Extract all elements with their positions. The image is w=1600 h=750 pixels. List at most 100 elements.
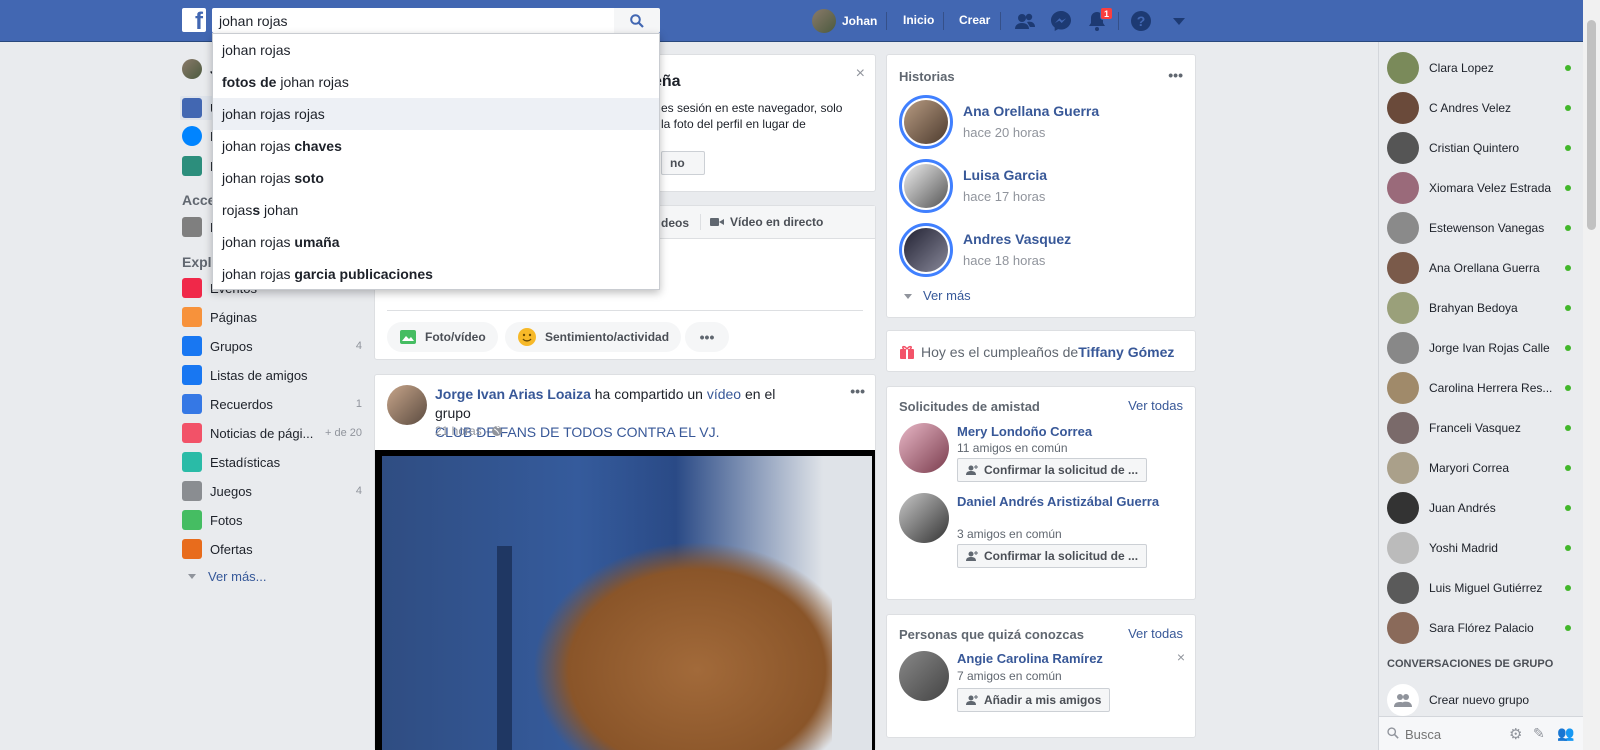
chat-contact[interactable]: Carolina Herrera Res...: [1387, 370, 1577, 406]
chat-contact[interactable]: Clara Lopez: [1387, 50, 1577, 86]
story-avatar[interactable]: [899, 223, 953, 277]
friend-requests-see-all[interactable]: Ver todas: [1128, 398, 1183, 413]
search-suggestion[interactable]: johan rojas umaña: [213, 226, 659, 258]
feeling-activity-button[interactable]: Sentimiento/actividad: [505, 322, 682, 352]
avatar[interactable]: [899, 423, 949, 473]
scroll-thumb[interactable]: [1587, 20, 1596, 230]
post-timestamp[interactable]: 21 horas ·: [435, 424, 489, 438]
chat-contact-name: Sara Flórez Palacio: [1429, 621, 1534, 635]
avatar: [1387, 332, 1419, 364]
story-avatar[interactable]: [899, 159, 953, 213]
nav-item[interactable]: Juegos 4: [182, 479, 362, 503]
confirm-request-button[interactable]: Confirmar la solicitud de ...: [957, 458, 1148, 482]
search-suggestion[interactable]: johan rojas soto: [213, 162, 659, 194]
chat-search-input[interactable]: [1405, 724, 1505, 744]
avatar[interactable]: [182, 59, 202, 79]
tab-live-video[interactable]: Vídeo en directo: [730, 215, 823, 229]
search-suggestion[interactable]: fotos de johan rojas: [213, 66, 659, 98]
create-link[interactable]: Crear: [959, 13, 990, 27]
pymk-name[interactable]: Angie Carolina Ramírez: [957, 651, 1103, 666]
home-link[interactable]: Inicio: [903, 13, 934, 27]
messenger-icon[interactable]: [1050, 10, 1072, 32]
more-options-icon[interactable]: •••: [685, 322, 729, 352]
search-suggestion[interactable]: johan rojas garcia publicaciones: [213, 258, 659, 290]
nav-item-label: Estadísticas: [210, 454, 281, 470]
page-scrollbar[interactable]: [1583, 0, 1600, 750]
avatar[interactable]: [387, 385, 427, 425]
search-suggestion[interactable]: johan rojas chaves: [213, 130, 659, 162]
post-action: ha compartido un: [590, 386, 707, 402]
post-options-icon[interactable]: •••: [850, 383, 865, 399]
account-menu-icon[interactable]: [1168, 10, 1190, 32]
nav-item[interactable]: Estadísticas: [182, 450, 362, 474]
nav-item[interactable]: Ofertas: [182, 537, 362, 561]
tab-videos[interactable]: deos: [661, 216, 689, 230]
chat-contact[interactable]: Cristian Quintero: [1387, 130, 1577, 166]
story-name[interactable]: Andres Vasquez: [963, 231, 1071, 247]
video-frame: [382, 456, 872, 750]
compose-icon[interactable]: ✎: [1533, 725, 1545, 742]
search-suggestion[interactable]: rojass johan: [213, 194, 659, 226]
photo-video-button[interactable]: Foto/vídeo: [387, 322, 498, 352]
request-name[interactable]: Mery Londoño Correa: [957, 423, 1177, 440]
chat-contact[interactable]: Brahyan Bedoya: [1387, 290, 1577, 326]
nav-item[interactable]: Listas de amigos: [182, 363, 362, 387]
story-avatar[interactable]: [899, 95, 953, 149]
pymk-see-all[interactable]: Ver todas: [1128, 626, 1183, 641]
birthday-card: Hoy es el cumpleaños de Tiffany Gómez: [886, 330, 1196, 372]
stories-options-icon[interactable]: •••: [1168, 67, 1183, 83]
story-name[interactable]: Ana Orellana Guerra: [963, 103, 1099, 119]
group-chat-icon[interactable]: 👥: [1557, 725, 1574, 742]
avatar[interactable]: [899, 651, 949, 701]
avatar[interactable]: [899, 493, 949, 543]
close-icon[interactable]: ×: [856, 65, 865, 83]
search-suggestion[interactable]: johan rojas: [213, 34, 659, 66]
chat-contact-name: Luis Miguel Gutiérrez: [1429, 581, 1543, 595]
chat-contact[interactable]: Ana Orellana Guerra: [1387, 250, 1577, 286]
chat-contact[interactable]: Maryori Correa: [1387, 450, 1577, 486]
search-button[interactable]: [614, 8, 660, 33]
profile-link[interactable]: Johan: [812, 9, 877, 33]
chat-contact[interactable]: Sara Flórez Palacio: [1387, 610, 1577, 646]
nav-item[interactable]: Noticias de pági... + de 20: [182, 421, 362, 445]
facebook-logo[interactable]: f: [182, 8, 206, 32]
birthday-name-link[interactable]: Tiffany Gómez: [1078, 344, 1174, 360]
card-button[interactable]: no: [661, 151, 705, 175]
chat-contact[interactable]: Xiomara Velez Estrada: [1387, 170, 1577, 206]
chat-contact[interactable]: Yoshi Madrid: [1387, 530, 1577, 566]
gear-icon[interactable]: ⚙: [1509, 725, 1522, 743]
nav-item[interactable]: Grupos 4: [182, 334, 362, 358]
chat-contact[interactable]: Franceli Vasquez: [1387, 410, 1577, 446]
nav-item[interactable]: Páginas: [182, 305, 362, 329]
post-author[interactable]: Jorge Ivan Arias Loaiza: [435, 386, 591, 402]
online-indicator: [1565, 185, 1571, 191]
chat-contact[interactable]: C Andres Velez: [1387, 90, 1577, 126]
group-conversations-heading: CONVERSACIONES DE GRUPO: [1387, 658, 1554, 670]
request-name[interactable]: Daniel Andrés Aristizábal Guerra: [957, 493, 1177, 510]
divider: [1118, 12, 1119, 30]
story-name[interactable]: Luisa Garcia: [963, 167, 1047, 183]
confirm-request-button[interactable]: Confirmar la solicitud de ...: [957, 544, 1148, 568]
nav-item[interactable]: Fotos: [182, 508, 362, 532]
avatar: [1387, 212, 1419, 244]
search-suggestion[interactable]: johan rojas rojas: [213, 98, 659, 130]
chat-contact[interactable]: Luis Miguel Gutiérrez: [1387, 570, 1577, 606]
online-indicator: [1565, 225, 1571, 231]
friend-requests-icon[interactable]: [1014, 10, 1036, 32]
online-indicator: [1565, 505, 1571, 511]
search-input[interactable]: johan rojas: [212, 8, 614, 33]
stories-more-link[interactable]: Ver más: [903, 288, 971, 303]
stories-title: Historias: [899, 69, 955, 84]
chat-contact[interactable]: Estewenson Vanegas: [1387, 210, 1577, 246]
nav-item[interactable]: Recuerdos 1: [182, 392, 362, 416]
video-player[interactable]: [375, 450, 875, 750]
chat-contact[interactable]: Jorge Ivan Rojas Calle: [1387, 330, 1577, 366]
close-icon[interactable]: ×: [1177, 649, 1185, 665]
create-group-button[interactable]: Crear nuevo grupo: [1387, 682, 1577, 718]
nav-more-link[interactable]: Ver más...: [186, 564, 366, 588]
chat-contact[interactable]: Juan Andrés: [1387, 490, 1577, 526]
add-friend-button[interactable]: Añadir a mis amigos: [957, 688, 1111, 712]
help-icon[interactable]: ?: [1130, 10, 1152, 32]
divider: [886, 12, 887, 30]
post-video-link[interactable]: vídeo: [707, 386, 741, 402]
